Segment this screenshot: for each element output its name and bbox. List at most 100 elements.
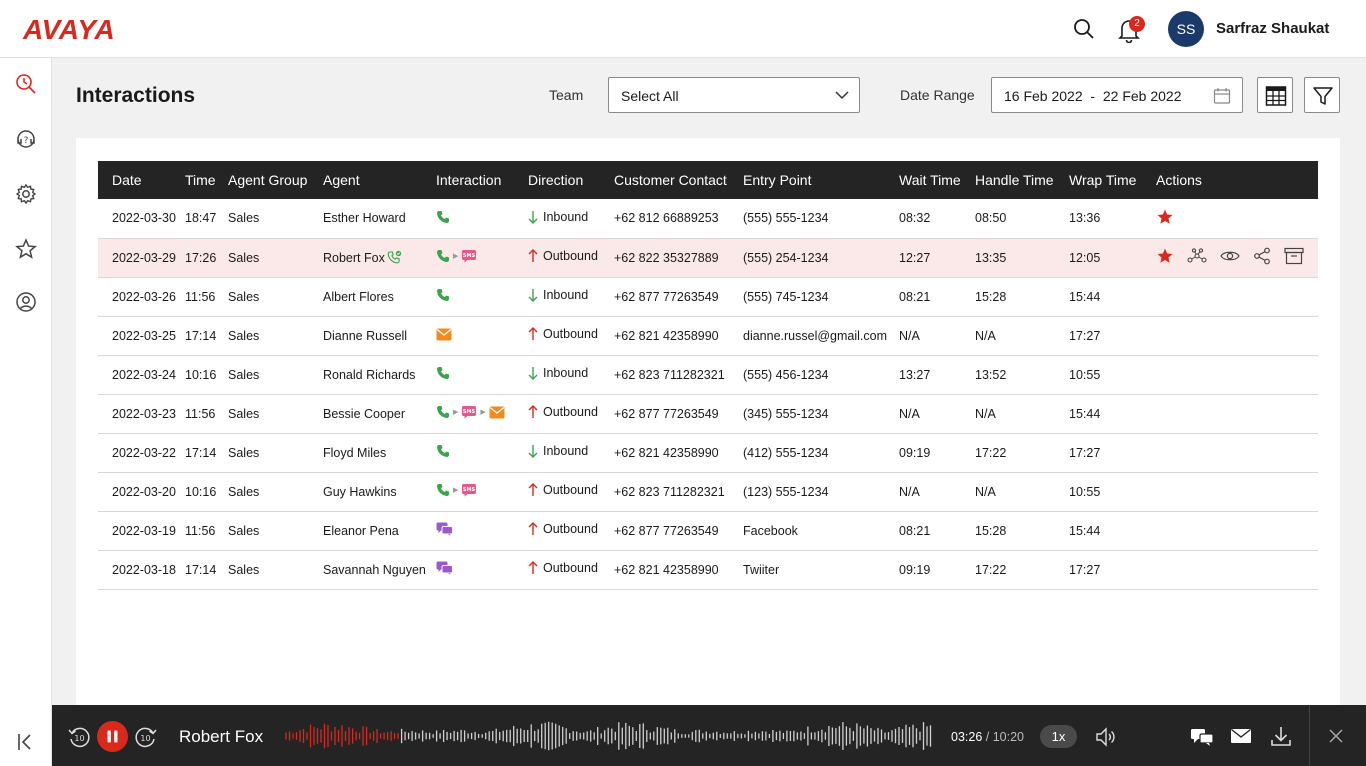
cell-interaction bbox=[436, 511, 528, 550]
cell-entry-point: (345) 555-1234 bbox=[743, 406, 829, 421]
cell-agent-group: Sales bbox=[228, 484, 260, 499]
cell-direction: Outbound bbox=[528, 472, 614, 511]
cell-date: 2022-03-20 bbox=[112, 484, 176, 499]
table-row[interactable]: 2022-03-18 17:14 Sales Savannah Nguyen O… bbox=[98, 550, 1318, 589]
cell-agent: Esther Howard bbox=[323, 199, 436, 238]
download-icon[interactable] bbox=[1270, 725, 1292, 747]
table-columns-icon bbox=[1265, 86, 1287, 106]
email-icon[interactable] bbox=[1230, 728, 1252, 744]
cell-time: 17:14 bbox=[185, 328, 217, 343]
col-header-direction[interactable]: Direction bbox=[528, 161, 614, 199]
volume-icon[interactable] bbox=[1094, 726, 1118, 748]
calendar-icon[interactable] bbox=[1213, 87, 1231, 105]
col-header-actions: Actions bbox=[1156, 172, 1202, 188]
cell-time: 17:14 bbox=[185, 445, 217, 460]
user-profile-icon[interactable] bbox=[14, 290, 38, 314]
table-row[interactable]: 2022-03-26 11:56 Sales Albert Flores Inb… bbox=[98, 277, 1318, 316]
cell-agent: Bessie Cooper bbox=[323, 394, 436, 433]
cell-interaction: ▶ SMS bbox=[436, 472, 528, 511]
table-row[interactable]: 2022-03-30 18:47 Sales Esther Howard Inb… bbox=[98, 199, 1318, 238]
search-icon[interactable] bbox=[1072, 17, 1096, 41]
cell-actions bbox=[1156, 472, 1318, 511]
outbound-arrow-icon bbox=[528, 249, 538, 262]
support-agent-icon[interactable]: ? bbox=[14, 127, 38, 151]
team-select[interactable]: Select All bbox=[608, 77, 860, 113]
date-range-field[interactable]: 16 Feb 2022 - 22 Feb 2022 bbox=[991, 77, 1243, 113]
view-icon[interactable] bbox=[1220, 249, 1240, 263]
history-search-icon[interactable] bbox=[14, 72, 38, 96]
forward-10-icon[interactable]: 10 bbox=[134, 725, 158, 749]
cell-wait-time: 09:19 bbox=[899, 562, 931, 577]
cell-date: 2022-03-19 bbox=[112, 523, 176, 538]
cell-handle-time: 08:50 bbox=[975, 211, 1007, 226]
cell-wait-time: 13:27 bbox=[899, 367, 931, 382]
col-header-agent[interactable]: Agent bbox=[323, 161, 436, 199]
cell-agent-group: Sales bbox=[228, 523, 260, 538]
cell-time: 10:16 bbox=[185, 484, 217, 499]
player-time: 03:26 / 10:20 bbox=[951, 730, 1024, 744]
user-name[interactable]: Sarfraz Shaukat bbox=[1216, 20, 1329, 37]
team-label: Team bbox=[549, 87, 584, 103]
cell-interaction bbox=[436, 433, 528, 472]
cell-agent: Eleanor Pena bbox=[323, 511, 436, 550]
table-row[interactable]: 2022-03-25 17:14 Sales Dianne Russell Ou… bbox=[98, 316, 1318, 355]
col-header-wrap-time[interactable]: Wrap Time bbox=[1069, 161, 1156, 199]
col-header-handle-time[interactable]: Handle Time bbox=[975, 161, 1069, 199]
share-icon[interactable] bbox=[1253, 247, 1271, 265]
table-row[interactable]: 2022-03-23 11:56 Sales Bessie Cooper ▶ SM… bbox=[98, 394, 1318, 433]
col-header-interaction[interactable]: Interaction bbox=[436, 161, 528, 199]
cell-wrap-time: 15:44 bbox=[1069, 523, 1101, 538]
close-icon[interactable] bbox=[1329, 729, 1343, 743]
archive-icon[interactable] bbox=[1284, 247, 1304, 265]
rewind-10-icon[interactable]: 10 bbox=[67, 725, 91, 749]
cell-customer-contact: +62 821 42358990 bbox=[614, 328, 719, 343]
agent-name: Robert Fox bbox=[323, 251, 385, 265]
table-row[interactable]: 2022-03-24 10:16 Sales Ronald Richards I… bbox=[98, 355, 1318, 394]
table-row[interactable]: 2022-03-19 11:56 Sales Eleanor Pena Outb… bbox=[98, 511, 1318, 550]
svg-text:?: ? bbox=[24, 136, 29, 146]
table-row[interactable]: 2022-03-29 17:26 Sales Robert Fox ▶ SMS O… bbox=[98, 238, 1318, 277]
avaya-logo[interactable]: AVAYA bbox=[23, 14, 115, 46]
live-call-icon bbox=[387, 250, 401, 264]
journey-icon[interactable] bbox=[1187, 248, 1207, 264]
cell-wrap-time: 15:44 bbox=[1069, 289, 1101, 304]
audio-waveform[interactable] bbox=[284, 718, 936, 754]
col-header-date[interactable]: Date bbox=[98, 161, 185, 199]
date-from: 16 Feb 2022 bbox=[1004, 88, 1083, 104]
cell-direction: Inbound bbox=[528, 355, 614, 394]
settings-gear-icon[interactable] bbox=[14, 182, 38, 206]
cell-wait-time: 09:19 bbox=[899, 445, 931, 460]
cell-handle-time: N/A bbox=[975, 406, 996, 421]
col-header-agent-group[interactable]: Agent Group bbox=[228, 161, 323, 199]
cell-time: 11:56 bbox=[185, 523, 216, 538]
chat-transcript-icon[interactable] bbox=[1190, 727, 1214, 747]
inbound-arrow-icon bbox=[528, 445, 538, 458]
direction-label: Outbound bbox=[543, 327, 598, 341]
cell-date: 2022-03-29 bbox=[112, 250, 176, 265]
channel-transfer-arrow-icon: ▶ bbox=[453, 409, 459, 416]
collapse-sidebar-icon[interactable] bbox=[16, 732, 36, 752]
star-icon[interactable] bbox=[14, 237, 38, 261]
cell-time: 11:56 bbox=[185, 406, 216, 421]
pause-button[interactable] bbox=[97, 721, 128, 752]
cell-interaction bbox=[436, 355, 528, 394]
avatar[interactable]: SS bbox=[1168, 11, 1204, 47]
table-row[interactable]: 2022-03-20 10:16 Sales Guy Hawkins ▶ SMS … bbox=[98, 472, 1318, 511]
col-header-entry-point[interactable]: Entry Point bbox=[743, 161, 899, 199]
col-header-time[interactable]: Time bbox=[185, 161, 228, 199]
cell-agent: Savannah Nguyen bbox=[323, 550, 436, 589]
cell-agent-group: Sales bbox=[228, 211, 260, 226]
column-layout-button[interactable] bbox=[1257, 77, 1293, 113]
star-icon[interactable] bbox=[1156, 208, 1174, 226]
filter-button[interactable] bbox=[1304, 77, 1340, 113]
agent-name: Floyd Miles bbox=[323, 445, 387, 460]
star-icon[interactable] bbox=[1156, 247, 1174, 265]
agent-name: Albert Flores bbox=[323, 289, 394, 304]
cell-handle-time: 17:22 bbox=[975, 445, 1007, 460]
date-range-value: 16 Feb 2022 - 22 Feb 2022 bbox=[1004, 88, 1182, 104]
table-row[interactable]: 2022-03-22 17:14 Sales Floyd Miles Inbou… bbox=[98, 433, 1318, 472]
cell-customer-contact: +62 821 42358990 bbox=[614, 445, 719, 460]
playback-speed-button[interactable]: 1x bbox=[1040, 725, 1077, 748]
col-header-customer-contact[interactable]: Customer Contact bbox=[614, 161, 743, 199]
col-header-wait-time[interactable]: Wait Time bbox=[899, 161, 975, 199]
